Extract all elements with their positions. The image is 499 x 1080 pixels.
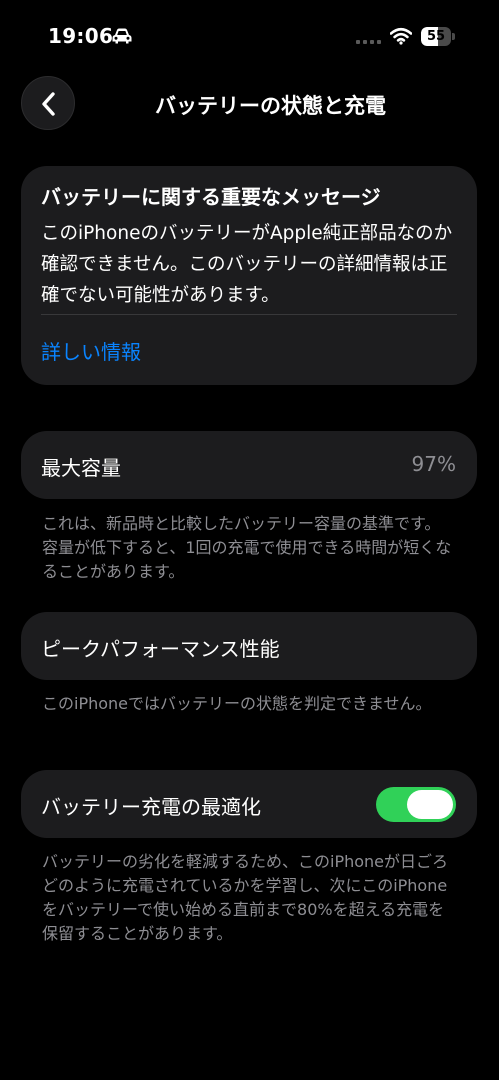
optimized-charging-note: バッテリーの劣化を軽減するため、このiPhoneが日ごろどのように充電されている… [42, 852, 449, 943]
nav-bar: バッテリーの状態と充電 [0, 74, 499, 132]
optimized-charging-row: バッテリー充電の最適化 [21, 770, 477, 838]
status-time: 19:06 [48, 24, 114, 48]
page-title: バッテリーの状態と充電 [155, 94, 386, 118]
message-body: このiPhoneのバッテリーがApple純正部品なのか確認できません。このバッテ… [41, 223, 453, 306]
maximum-capacity-note: これは、新品時と比較したバッテリー容量の基準です。容量が低下すると、1回の充電で… [42, 514, 452, 581]
message-title: バッテリーに関する重要なメッセージ [41, 185, 381, 209]
peak-performance-row: ピークパフォーマンス性能 [21, 612, 477, 680]
maximum-capacity-label: 最大容量 [41, 456, 121, 480]
battery-level: 55 [426, 29, 446, 44]
important-message-card: バッテリーに関する重要なメッセージ このiPhoneのバッテリーがApple純正… [21, 166, 477, 385]
maximum-capacity-value: 97% [411, 452, 456, 476]
message-divider [41, 314, 457, 315]
maximum-capacity-row: 最大容量 97% [21, 431, 477, 499]
back-button[interactable] [21, 76, 75, 130]
learn-more-link[interactable]: 詳しい情報 [41, 336, 141, 365]
optimized-charging-toggle[interactable] [376, 787, 456, 822]
peak-performance-label: ピークパフォーマンス性能 [41, 637, 280, 661]
cellular-signal-icon [356, 40, 381, 44]
battery-icon: 55 [421, 27, 455, 46]
chevron-left-icon [42, 92, 55, 116]
car-icon [112, 28, 132, 44]
toggle-knob [407, 790, 453, 819]
status-bar: 19:06 55 [0, 0, 499, 60]
peak-performance-note: このiPhoneではバッテリーの状態を判定できません。 [42, 694, 432, 713]
wifi-icon [390, 27, 412, 45]
optimized-charging-label: バッテリー充電の最適化 [41, 795, 261, 819]
